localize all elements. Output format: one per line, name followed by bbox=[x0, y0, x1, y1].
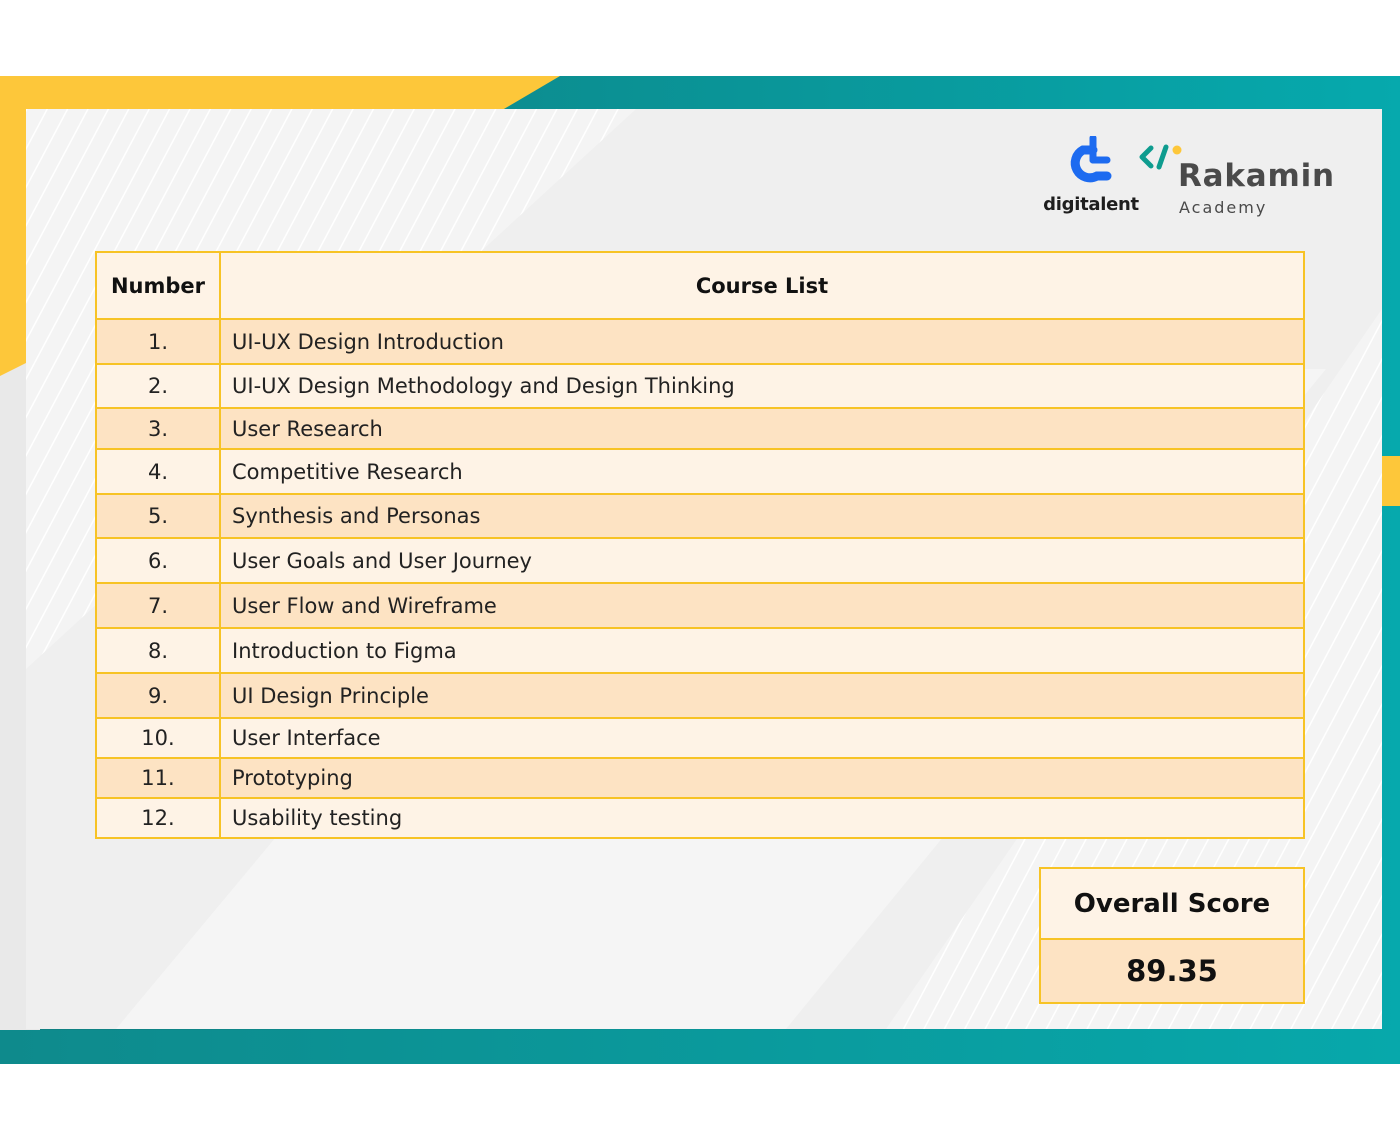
row-number: 3. bbox=[95, 407, 221, 450]
table-header-row: Number Course List bbox=[95, 251, 1305, 320]
overall-score-value: 89.35 bbox=[1039, 938, 1305, 1004]
row-number: 4. bbox=[95, 448, 221, 495]
row-number: 11. bbox=[95, 757, 221, 799]
rakamin-logo: Rakamin Academy bbox=[1139, 142, 1339, 222]
course-name: UI-UX Design Methodology and Design Thin… bbox=[219, 363, 1305, 409]
row-number: 9. bbox=[95, 672, 221, 719]
course-name: User Flow and Wireframe bbox=[219, 582, 1305, 629]
row-number: 12. bbox=[95, 797, 221, 839]
course-name: Prototyping bbox=[219, 757, 1305, 799]
row-number: 1. bbox=[95, 318, 221, 365]
table-row: 1. UI-UX Design Introduction bbox=[95, 318, 1305, 365]
table-row: 10. User Interface bbox=[95, 717, 1305, 759]
row-number: 7. bbox=[95, 582, 221, 629]
table-row: 6. User Goals and User Journey bbox=[95, 537, 1305, 584]
table-row: 3. User Research bbox=[95, 407, 1305, 450]
overall-score-box: Overall Score 89.35 bbox=[1039, 867, 1305, 1004]
rakamin-subtitle: Academy bbox=[1179, 198, 1268, 217]
table-row: 11. Prototyping bbox=[95, 757, 1305, 799]
table-row: 4. Competitive Research bbox=[95, 448, 1305, 495]
overall-score-label: Overall Score bbox=[1039, 867, 1305, 940]
course-name: Introduction to Figma bbox=[219, 627, 1305, 674]
course-list-table: Number Course List 1. UI-UX Design Intro… bbox=[95, 251, 1305, 839]
row-number: 6. bbox=[95, 537, 221, 584]
digitalent-logo: digitalent bbox=[1043, 134, 1143, 224]
table-row: 2. UI-UX Design Methodology and Design T… bbox=[95, 363, 1305, 409]
rakamin-wordmark: Rakamin bbox=[1178, 158, 1335, 194]
header-course-list: Course List bbox=[219, 251, 1305, 320]
course-name: User Research bbox=[219, 407, 1305, 450]
course-name: UI Design Principle bbox=[219, 672, 1305, 719]
table-row: 12. Usability testing bbox=[95, 797, 1305, 839]
certificate-card: digitalent Rakamin Academy Number Course… bbox=[26, 109, 1382, 1029]
table-row: 8. Introduction to Figma bbox=[95, 627, 1305, 674]
course-name: Competitive Research bbox=[219, 448, 1305, 495]
row-number: 2. bbox=[95, 363, 221, 409]
course-name: Synthesis and Personas bbox=[219, 493, 1305, 539]
header-number: Number bbox=[95, 251, 221, 320]
row-number: 8. bbox=[95, 627, 221, 674]
course-name: User Goals and User Journey bbox=[219, 537, 1305, 584]
table-row: 7. User Flow and Wireframe bbox=[95, 582, 1305, 629]
course-name: UI-UX Design Introduction bbox=[219, 318, 1305, 365]
course-name: User Interface bbox=[219, 717, 1305, 759]
table-row: 9. UI Design Principle bbox=[95, 672, 1305, 719]
certificate-frame: digitalent Rakamin Academy Number Course… bbox=[0, 76, 1400, 1064]
logos-area: digitalent Rakamin Academy bbox=[1041, 134, 1341, 224]
row-number: 10. bbox=[95, 717, 221, 759]
table-row: 5. Synthesis and Personas bbox=[95, 493, 1305, 539]
course-name: Usability testing bbox=[219, 797, 1305, 839]
digitalent-mark-icon bbox=[1070, 136, 1112, 183]
row-number: 5. bbox=[95, 493, 221, 539]
digitalent-wordmark: digitalent bbox=[1043, 194, 1139, 215]
